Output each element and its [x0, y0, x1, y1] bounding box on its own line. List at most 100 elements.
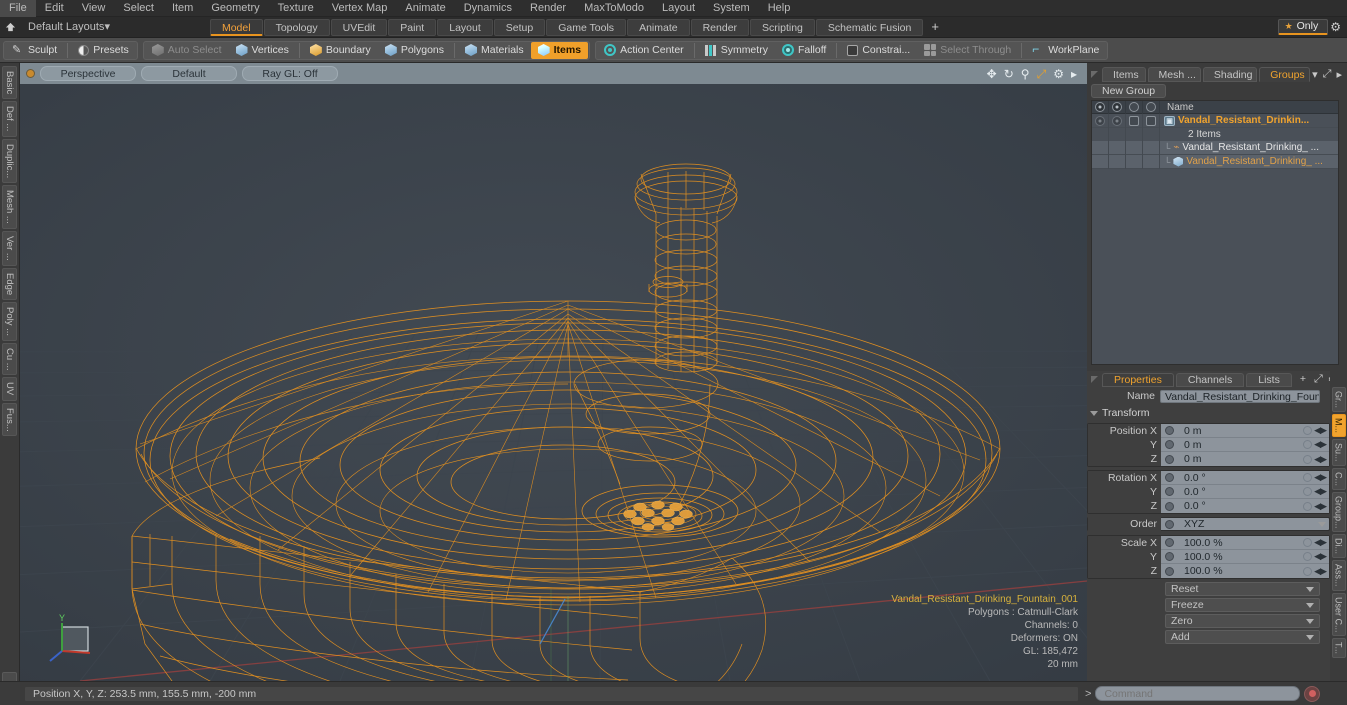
channel-key-icon[interactable] — [1165, 566, 1174, 576]
falloff-button[interactable]: Falloff — [775, 42, 833, 59]
lock-icon[interactable] — [1126, 100, 1143, 114]
chevron-down-icon[interactable] — [1318, 521, 1326, 527]
row-wireframe-toggle[interactable] — [1143, 113, 1160, 128]
sculpt-button[interactable]: ✎ Sculpt — [5, 42, 64, 59]
tab-uvedit[interactable]: UVEdit — [330, 18, 388, 36]
tab-items[interactable]: Items — [1102, 67, 1146, 82]
left-tab-uv[interactable]: UV — [2, 377, 17, 401]
menu-item-layout[interactable]: Layout — [653, 0, 704, 17]
channel-state-icon[interactable] — [1303, 566, 1313, 576]
materials-button[interactable]: Materials — [458, 42, 531, 59]
row-render-toggle[interactable] — [1109, 140, 1126, 155]
left-tab-duplicate[interactable]: Duplic... — [2, 138, 17, 183]
side-tab-surface[interactable]: Su... — [1331, 439, 1346, 466]
position-x-row[interactable]: Position X 0 m ◀▶ — [1088, 423, 1329, 438]
side-tab-channel[interactable]: C... — [1331, 467, 1346, 490]
render-icon[interactable] — [1109, 100, 1126, 114]
list-item[interactable]: └ Vandal_Resistant_Drinking_ ... — [1160, 156, 1323, 167]
tab-groups[interactable]: Groups — [1259, 67, 1311, 82]
row-lock-toggle[interactable] — [1126, 140, 1143, 155]
table-row[interactable]: ▣ Vandal_Resistant_Drinkin... — [1092, 113, 1338, 128]
name-field[interactable]: Vandal_Resistant_Drinking_Fount — [1160, 389, 1320, 403]
list-item[interactable]: └ ⌁ Vandal_Resistant_Drinking_ ... — [1160, 142, 1319, 153]
left-tab-mesh[interactable]: Mesh ... — [2, 184, 17, 229]
channel-key-icon[interactable] — [1165, 454, 1174, 464]
left-tab-polygon[interactable]: Poly ... — [2, 301, 17, 341]
channel-key-icon[interactable] — [1165, 538, 1174, 547]
record-icon[interactable] — [1304, 685, 1321, 702]
constraint-button[interactable]: Constrai... — [840, 42, 917, 59]
stepper-icon[interactable]: ◀▶ — [1314, 486, 1327, 497]
menu-item-system[interactable]: System — [704, 0, 759, 17]
left-tab-basic[interactable]: Basic — [2, 66, 17, 100]
side-tab-gradient[interactable]: Gr... — [1331, 387, 1346, 413]
channel-key-icon[interactable] — [1165, 473, 1174, 482]
symmetry-button[interactable]: Symmetry — [698, 42, 775, 59]
tab-animate[interactable]: Animate — [627, 18, 690, 36]
position-x-value[interactable]: 0 m — [1178, 425, 1303, 437]
channel-state-icon[interactable] — [1303, 487, 1313, 496]
menu-item-view[interactable]: View — [73, 0, 115, 17]
zero-dropdown[interactable]: Zero — [1165, 614, 1320, 628]
zoom-icon[interactable]: ⚲ — [1021, 68, 1030, 80]
presets-button[interactable]: Presets — [71, 42, 136, 59]
left-tab-vertex[interactable]: Ver ... — [2, 230, 17, 266]
tab-shading[interactable]: Shading — [1202, 67, 1258, 82]
rotation-order-row[interactable]: Order XYZ — [1087, 517, 1330, 531]
tab-mesh-ops[interactable]: Mesh ... — [1147, 67, 1201, 82]
tab-setup[interactable]: Setup — [493, 18, 546, 36]
scale-x-row[interactable]: Scale X 100.0 % ◀▶ — [1088, 535, 1329, 550]
channel-key-icon[interactable] — [1165, 426, 1174, 435]
panel-corner-icon[interactable] — [1091, 71, 1098, 78]
channel-key-icon[interactable] — [1165, 440, 1174, 449]
channel-state-icon[interactable] — [1303, 440, 1313, 449]
stepper-icon[interactable]: ◀▶ — [1314, 501, 1327, 512]
channel-key-icon[interactable] — [1165, 552, 1174, 561]
menu-item-dynamics[interactable]: Dynamics — [455, 0, 521, 17]
left-tab-fusion[interactable]: Fus... — [2, 402, 17, 437]
rotation-x-row[interactable]: Rotation X 0.0 ° ◀▶ — [1088, 470, 1329, 485]
reset-dropdown[interactable]: Reset — [1165, 582, 1320, 596]
row-visibility-toggle[interactable] — [1092, 113, 1109, 128]
order-value[interactable]: XYZ — [1178, 518, 1318, 530]
items-button[interactable]: Items — [530, 41, 589, 59]
scale-z-row[interactable]: Z 100.0 % ◀▶ — [1088, 564, 1329, 578]
expand-icon[interactable]: ⤢ — [1323, 68, 1332, 81]
row-visibility-toggle[interactable] — [1092, 154, 1109, 169]
channel-state-icon[interactable] — [1303, 454, 1313, 464]
stepper-icon[interactable]: ◀▶ — [1314, 551, 1327, 562]
menu-item-help[interactable]: Help — [759, 0, 800, 17]
rotation-y-row[interactable]: Y 0.0 ° ◀▶ — [1088, 484, 1329, 499]
viewport-state-icon[interactable] — [26, 69, 35, 78]
stepper-icon[interactable]: ◀▶ — [1314, 472, 1327, 483]
row-visibility-toggle[interactable] — [1092, 140, 1109, 155]
position-y-value[interactable]: 0 m — [1178, 439, 1303, 451]
left-tab-curve[interactable]: Cu ... — [2, 342, 17, 376]
side-tab-user-channels[interactable]: User C... — [1331, 592, 1346, 637]
scale-y-value[interactable]: 100.0 % — [1178, 551, 1303, 563]
position-z-value[interactable]: 0 m — [1178, 453, 1303, 465]
gear-icon[interactable]: ⚙ — [1330, 20, 1341, 34]
rotation-x-value[interactable]: 0.0 ° — [1178, 472, 1303, 484]
row-lock-toggle[interactable] — [1126, 154, 1143, 169]
side-tab-assembly[interactable]: Ass... — [1331, 560, 1346, 591]
menu-item-vertex-map[interactable]: Vertex Map — [323, 0, 397, 17]
position-y-row[interactable]: Y 0 m ◀▶ — [1088, 437, 1329, 452]
menu-item-animate[interactable]: Animate — [396, 0, 454, 17]
scale-y-row[interactable]: Y 100.0 % ◀▶ — [1088, 549, 1329, 564]
default-layouts-dropdown[interactable]: Default Layouts▾ — [20, 17, 118, 38]
workplane-button[interactable]: ⌐ WorkPlane — [1025, 42, 1106, 59]
more-icon[interactable]: ▸ — [1071, 68, 1077, 80]
wireframe-icon[interactable] — [1143, 100, 1160, 114]
tab-channels[interactable]: Channels — [1175, 372, 1245, 387]
channel-state-icon[interactable] — [1303, 501, 1313, 511]
stepper-icon[interactable]: ◀▶ — [1314, 566, 1327, 577]
menu-item-file[interactable]: File — [0, 0, 36, 17]
scale-x-value[interactable]: 100.0 % — [1178, 537, 1303, 549]
stepper-icon[interactable]: ◀▶ — [1314, 454, 1327, 465]
freeze-dropdown[interactable]: Freeze — [1165, 598, 1320, 612]
menu-item-geometry[interactable]: Geometry — [202, 0, 268, 17]
3d-viewport[interactable]: Perspective Default Ray GL: Off ✥ ↻ ⚲ ⤢ … — [20, 63, 1087, 681]
menu-item-edit[interactable]: Edit — [36, 0, 73, 17]
add-dropdown[interactable]: Add — [1165, 630, 1320, 644]
